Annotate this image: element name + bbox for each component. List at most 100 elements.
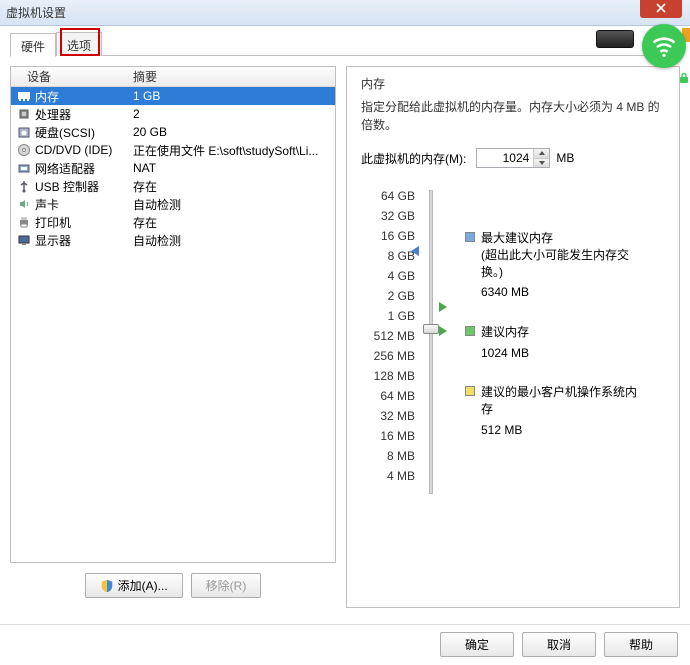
slider-labels: 最大建议内存 (超出此大小可能发生内存交换。) 6340 MB 建议内存 102… xyxy=(441,186,665,486)
label-rec: 建议内存 1024 MB xyxy=(465,324,529,362)
row-summary: 自动检测 xyxy=(129,232,335,249)
row-name: 内存 xyxy=(33,88,129,105)
square-yellow-icon xyxy=(465,386,475,396)
table-row[interactable]: 打印机 存在 xyxy=(11,213,335,231)
row-name: 网络适配器 xyxy=(33,160,129,177)
memory-spinner[interactable] xyxy=(476,148,550,168)
usb-icon xyxy=(15,178,33,194)
col-summary: 摘要 xyxy=(129,68,335,85)
row-summary: 2 xyxy=(129,107,335,121)
remove-button: 移除(R) xyxy=(191,573,262,598)
table-row[interactable]: 显示器 自动检测 xyxy=(11,231,335,249)
spin-down[interactable] xyxy=(533,159,549,168)
tick-label: 8 GB xyxy=(361,246,415,266)
tick-label: 512 MB xyxy=(361,326,415,346)
wifi-badge-icon xyxy=(642,24,686,68)
tick-label: 4 MB xyxy=(361,466,415,486)
cd-icon xyxy=(15,142,33,158)
add-button-label: 添加(A)... xyxy=(118,577,168,594)
max-title: 最大建议内存 xyxy=(481,230,641,247)
ok-button[interactable]: 确定 xyxy=(440,632,514,657)
memory-desc: 指定分配给此虚拟机的内存量。内存大小必须为 4 MB 的倍数。 xyxy=(361,98,665,134)
group-memory-title: 内存 xyxy=(361,75,665,92)
slider-thumb[interactable] xyxy=(423,324,439,334)
table-row[interactable]: CD/DVD (IDE) 正在使用文件 E:\soft\studySoft\Li… xyxy=(11,141,335,159)
close-button[interactable] xyxy=(640,0,682,18)
cancel-button[interactable]: 取消 xyxy=(522,632,596,657)
label-min: 建议的最小客户机操作系统内存 512 MB xyxy=(465,384,641,438)
spin-up[interactable] xyxy=(533,149,549,159)
row-summary: 1 GB xyxy=(129,89,335,103)
square-green-icon xyxy=(465,326,475,336)
table-row[interactable]: USB 控制器 存在 xyxy=(11,177,335,195)
lock-icon xyxy=(678,72,690,87)
tab-hardware[interactable]: 硬件 xyxy=(10,33,56,57)
hardware-table: 设备 摘要 内存 1 GB 处理器 2 硬盘(SCSI) 20 GB CD/DV… xyxy=(10,66,336,563)
tick-label: 16 GB xyxy=(361,226,415,246)
row-name: 处理器 xyxy=(33,106,129,123)
net-icon xyxy=(15,160,33,176)
tick-label: 64 MB xyxy=(361,386,415,406)
tick-label: 1 GB xyxy=(361,306,415,326)
row-summary: 20 GB xyxy=(129,125,335,139)
tick-label: 16 MB xyxy=(361,426,415,446)
row-summary: 存在 xyxy=(129,214,335,231)
row-name: USB 控制器 xyxy=(33,178,129,195)
keyboard-icon xyxy=(596,30,634,48)
disk-icon xyxy=(15,124,33,140)
tick-label: 2 GB xyxy=(361,286,415,306)
slider-track[interactable] xyxy=(429,190,433,494)
rec-title: 建议内存 xyxy=(481,324,529,341)
table-row[interactable]: 硬盘(SCSI) 20 GB xyxy=(11,123,335,141)
add-button[interactable]: 添加(A)... xyxy=(85,573,183,598)
titlebar: 虚拟机设置 xyxy=(0,0,690,26)
table-row[interactable]: 声卡 自动检测 xyxy=(11,195,335,213)
row-summary: NAT xyxy=(129,161,335,175)
label-max: 最大建议内存 (超出此大小可能发生内存交换。) 6340 MB xyxy=(465,230,641,301)
memory-slider-area: 64 GB32 GB16 GB8 GB4 GB2 GB1 GB512 MB256… xyxy=(361,186,665,486)
help-button[interactable]: 帮助 xyxy=(604,632,678,657)
memory-input[interactable] xyxy=(477,149,533,167)
rec-value: 1024 MB xyxy=(481,345,529,362)
dialog-footer: 确定 取消 帮助 xyxy=(0,624,690,664)
row-name: 打印机 xyxy=(33,214,129,231)
min-title: 建议的最小客户机操作系统内存 xyxy=(481,384,641,418)
row-name: 声卡 xyxy=(33,196,129,213)
col-device: 设备 xyxy=(11,68,129,85)
tick-label: 32 GB xyxy=(361,206,415,226)
right-panel: 内存 指定分配给此虚拟机的内存量。内存大小必须为 4 MB 的倍数。 此虚拟机的… xyxy=(346,66,680,608)
panel-body: 设备 摘要 内存 1 GB 处理器 2 硬盘(SCSI) 20 GB CD/DV… xyxy=(10,56,680,608)
tabstrip: 硬件 选项 xyxy=(10,32,680,56)
row-summary: 自动检测 xyxy=(129,196,335,213)
row-name: 硬盘(SCSI) xyxy=(33,124,129,141)
square-blue-icon xyxy=(465,232,475,242)
row-summary: 存在 xyxy=(129,178,335,195)
table-row[interactable]: 处理器 2 xyxy=(11,105,335,123)
tab-options[interactable]: 选项 xyxy=(56,32,102,56)
cpu-icon xyxy=(15,106,33,122)
left-buttons: 添加(A)... 移除(R) xyxy=(10,563,336,608)
row-name: CD/DVD (IDE) xyxy=(33,143,129,157)
table-row[interactable]: 网络适配器 NAT xyxy=(11,159,335,177)
slider-ticks: 64 GB32 GB16 GB8 GB4 GB2 GB1 GB512 MB256… xyxy=(361,186,421,486)
shield-icon xyxy=(100,579,114,593)
slider-track-col xyxy=(421,186,441,486)
memory-input-label: 此虚拟机的内存(M): xyxy=(361,150,466,167)
tick-label: 4 GB xyxy=(361,266,415,286)
printer-icon xyxy=(15,214,33,230)
sound-icon xyxy=(15,196,33,212)
row-summary: 正在使用文件 E:\soft\studySoft\Li... xyxy=(129,142,335,159)
min-value: 512 MB xyxy=(481,422,641,439)
max-note: (超出此大小可能发生内存交换。) xyxy=(481,247,641,281)
left-panel: 设备 摘要 内存 1 GB 处理器 2 硬盘(SCSI) 20 GB CD/DV… xyxy=(10,66,336,608)
dialog-content: 硬件 选项 设备 摘要 内存 1 GB 处理器 2 硬盘(SCSI) 20 GB… xyxy=(0,26,690,620)
marker-max-icon xyxy=(411,246,419,256)
memory-unit: MB xyxy=(556,151,574,165)
window-title: 虚拟机设置 xyxy=(6,4,66,21)
table-header: 设备 摘要 xyxy=(11,67,335,87)
tick-label: 8 MB xyxy=(361,446,415,466)
tick-label: 128 MB xyxy=(361,366,415,386)
tick-label: 64 GB xyxy=(361,186,415,206)
table-row[interactable]: 内存 1 GB xyxy=(11,87,335,105)
tick-label: 256 MB xyxy=(361,346,415,366)
